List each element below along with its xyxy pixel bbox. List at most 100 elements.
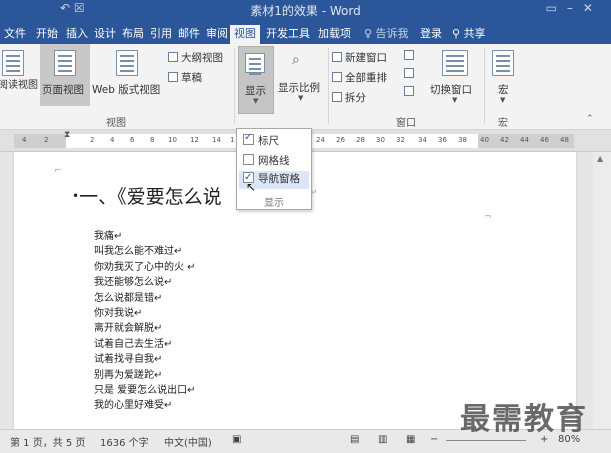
draft-label: 草稿 (181, 72, 202, 84)
zoom-button[interactable]: ⌕ 显示比例 ▼ (278, 44, 326, 106)
magnifier-icon: ⌕ (292, 52, 300, 68)
vertical-scrollbar[interactable]: ▲ (593, 152, 611, 429)
tab-review[interactable]: 审阅 (202, 25, 232, 44)
tab-developer[interactable]: 开发工具 (262, 25, 314, 44)
macros-label: 宏 (498, 84, 509, 96)
macros-button[interactable]: 宏 ▼ (488, 44, 520, 106)
document-heading[interactable]: •一、《爱要怎么说 (72, 182, 222, 209)
draft-button[interactable]: 草稿 (168, 70, 202, 85)
scroll-up-icon[interactable]: ▲ (597, 154, 603, 163)
show-icon (245, 53, 265, 73)
window-controls[interactable]: ▭–✕ (546, 1, 603, 15)
web-layout-button[interactable]: Web 版式视图 (90, 44, 164, 106)
tab-layout[interactable]: 布局 (118, 25, 148, 44)
show-label: 显示 (245, 85, 266, 97)
ruler-tick: 12 (190, 136, 199, 144)
text-line: 你对我说↵ (94, 308, 143, 320)
chevron-down-icon: ▼ (452, 96, 458, 104)
side-by-side-buttons[interactable] (404, 50, 416, 104)
split-label: 拆分 (345, 92, 366, 104)
print-layout-icon (54, 50, 76, 76)
macros-group-label: 宏 (498, 118, 508, 129)
tab-home[interactable]: 开始 (32, 25, 62, 44)
sign-in-link[interactable]: 登录 (416, 25, 446, 44)
macro-record-icon[interactable]: ▣ (232, 434, 241, 445)
ruler-tick: 48 (560, 136, 569, 144)
draft-icon (168, 72, 178, 82)
divider (234, 48, 235, 124)
split-button[interactable]: 拆分 (332, 90, 366, 105)
chevron-down-icon: ▼ (298, 94, 304, 102)
language-indicator[interactable]: 中文(中国) (164, 434, 212, 449)
switch-windows-label: 切换窗口 (430, 84, 472, 96)
print-layout-button[interactable]: 页面视图 (40, 44, 90, 106)
checkbox-checked-icon (243, 132, 254, 145)
ruler-tick: 4 (22, 136, 27, 144)
read-mode-view-icon[interactable]: ▤ (350, 434, 359, 445)
outline-button[interactable]: 大纲视图 (168, 50, 223, 65)
new-window-button[interactable]: 新建窗口 (332, 50, 387, 65)
sync-scroll-icon (404, 68, 414, 78)
zoom-out-icon[interactable]: − (430, 434, 438, 445)
arrange-all-button[interactable]: 全部重排 (332, 70, 387, 85)
tab-design[interactable]: 设计 (90, 25, 120, 44)
ruler-tick: 2 (44, 136, 49, 144)
ruler-tick: 10 (168, 136, 177, 144)
zoom-slider[interactable] (446, 440, 526, 441)
heading-text: 一、《爱要怎么说 (79, 186, 222, 208)
ruler-tick: 28 (356, 136, 365, 144)
split-icon (332, 92, 342, 102)
tab-insert[interactable]: 插入 (62, 25, 92, 44)
word-count[interactable]: 1636 个字 (100, 434, 149, 449)
text-line: 我的心里好难受↵ (94, 400, 173, 412)
switch-windows-button[interactable]: 切换窗口 ▼ (428, 44, 482, 106)
indent-marker-icon[interactable]: ⧗ (64, 130, 70, 140)
ruler-option-label: 标尺 (258, 135, 279, 147)
page-count[interactable]: 第 1 页，共 5 页 (10, 434, 85, 449)
show-button[interactable]: 显示 ▼ (238, 46, 274, 114)
tell-me-search[interactable]: ♀ 告诉我 (360, 25, 413, 44)
ruler-tick: 1 (230, 136, 235, 144)
tab-addins[interactable]: 加载项 (314, 25, 355, 44)
macros-icon (492, 50, 514, 76)
text-line: 我痛↵ (94, 231, 123, 242)
chevron-down-icon: ▼ (253, 97, 259, 105)
margin-mark: ⌐ (54, 166, 62, 176)
outline-icon (168, 52, 178, 62)
text-line: 试着自己去生活↵ (94, 338, 173, 350)
ruler-tick: 46 (540, 136, 549, 144)
share-button[interactable]: ⚲ 共享 (448, 25, 490, 44)
web-layout-view-icon[interactable]: ▦ (406, 434, 415, 445)
read-mode-label: 阅读视图 (0, 80, 38, 91)
tab-view[interactable]: 视图 (230, 25, 260, 44)
ruler-tick: 34 (418, 136, 427, 144)
ruler-tick: 6 (130, 136, 135, 144)
window-group-label: 窗口 (396, 118, 416, 129)
ruler-checkbox[interactable]: 标尺 (243, 132, 279, 148)
gridlines-checkbox[interactable]: 网格线 (243, 153, 290, 168)
print-layout-view-icon[interactable]: ▥ (378, 434, 387, 445)
lyrics-body[interactable]: 我痛↵ 叫我怎么能不难过↵ 你劝我灭了心中的火 ↵ 我还能够怎么说↵ 怎么说都是… (94, 229, 196, 414)
share-label: 共享 (463, 27, 486, 40)
ruler-tick: 40 (480, 136, 489, 144)
tab-file[interactable]: 文件 (0, 25, 30, 44)
tab-mailings[interactable]: 邮件 (174, 25, 204, 44)
title-bar: ↶ ☒ 素材1的效果 - Word ▭–✕ (0, 0, 611, 22)
views-group-label: 视图 (106, 118, 126, 129)
ruler-tick: 2 (90, 136, 95, 144)
ruler-tick: 36 (438, 136, 447, 144)
zoom-label: 显示比例 (278, 82, 320, 94)
ruler-tick: 8 (150, 136, 155, 144)
text-line: 叫我怎么能不难过↵ (94, 246, 183, 258)
watermark-logo: 最需教育 (460, 402, 588, 437)
text-line: 只是 爱要怎么说出口↵ (94, 385, 196, 397)
arrange-all-label: 全部重排 (345, 72, 387, 84)
reset-position-icon (404, 86, 414, 96)
gridlines-option-label: 网格线 (258, 155, 290, 167)
read-mode-button[interactable]: 阅读视图 (0, 44, 38, 106)
tab-references[interactable]: 引用 (146, 25, 176, 44)
collapse-ribbon-icon[interactable]: ⌃ (586, 114, 594, 124)
ruler-tick: 26 (336, 136, 345, 144)
ruler-tick: 42 (500, 136, 509, 144)
text-line: 你劝我灭了心中的火 ↵ (94, 261, 196, 273)
